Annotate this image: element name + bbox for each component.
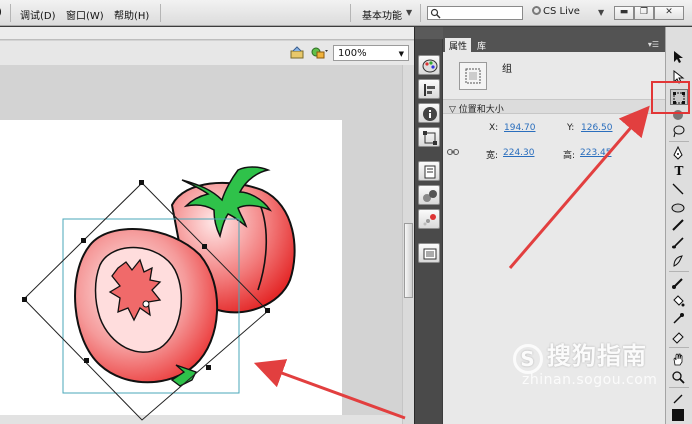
app-window: ) 调试(D) 窗口(W) 帮助(H) 基本功能 ▼ CS Live ▼ ▬ ❐… bbox=[0, 0, 692, 424]
arrow-to-tool bbox=[508, 105, 650, 269]
arrow-to-artwork bbox=[253, 359, 406, 420]
watermark-logo: S 搜狗指南 bbox=[513, 336, 647, 374]
watermark-url: zhinan.sogou.com bbox=[522, 372, 658, 388]
